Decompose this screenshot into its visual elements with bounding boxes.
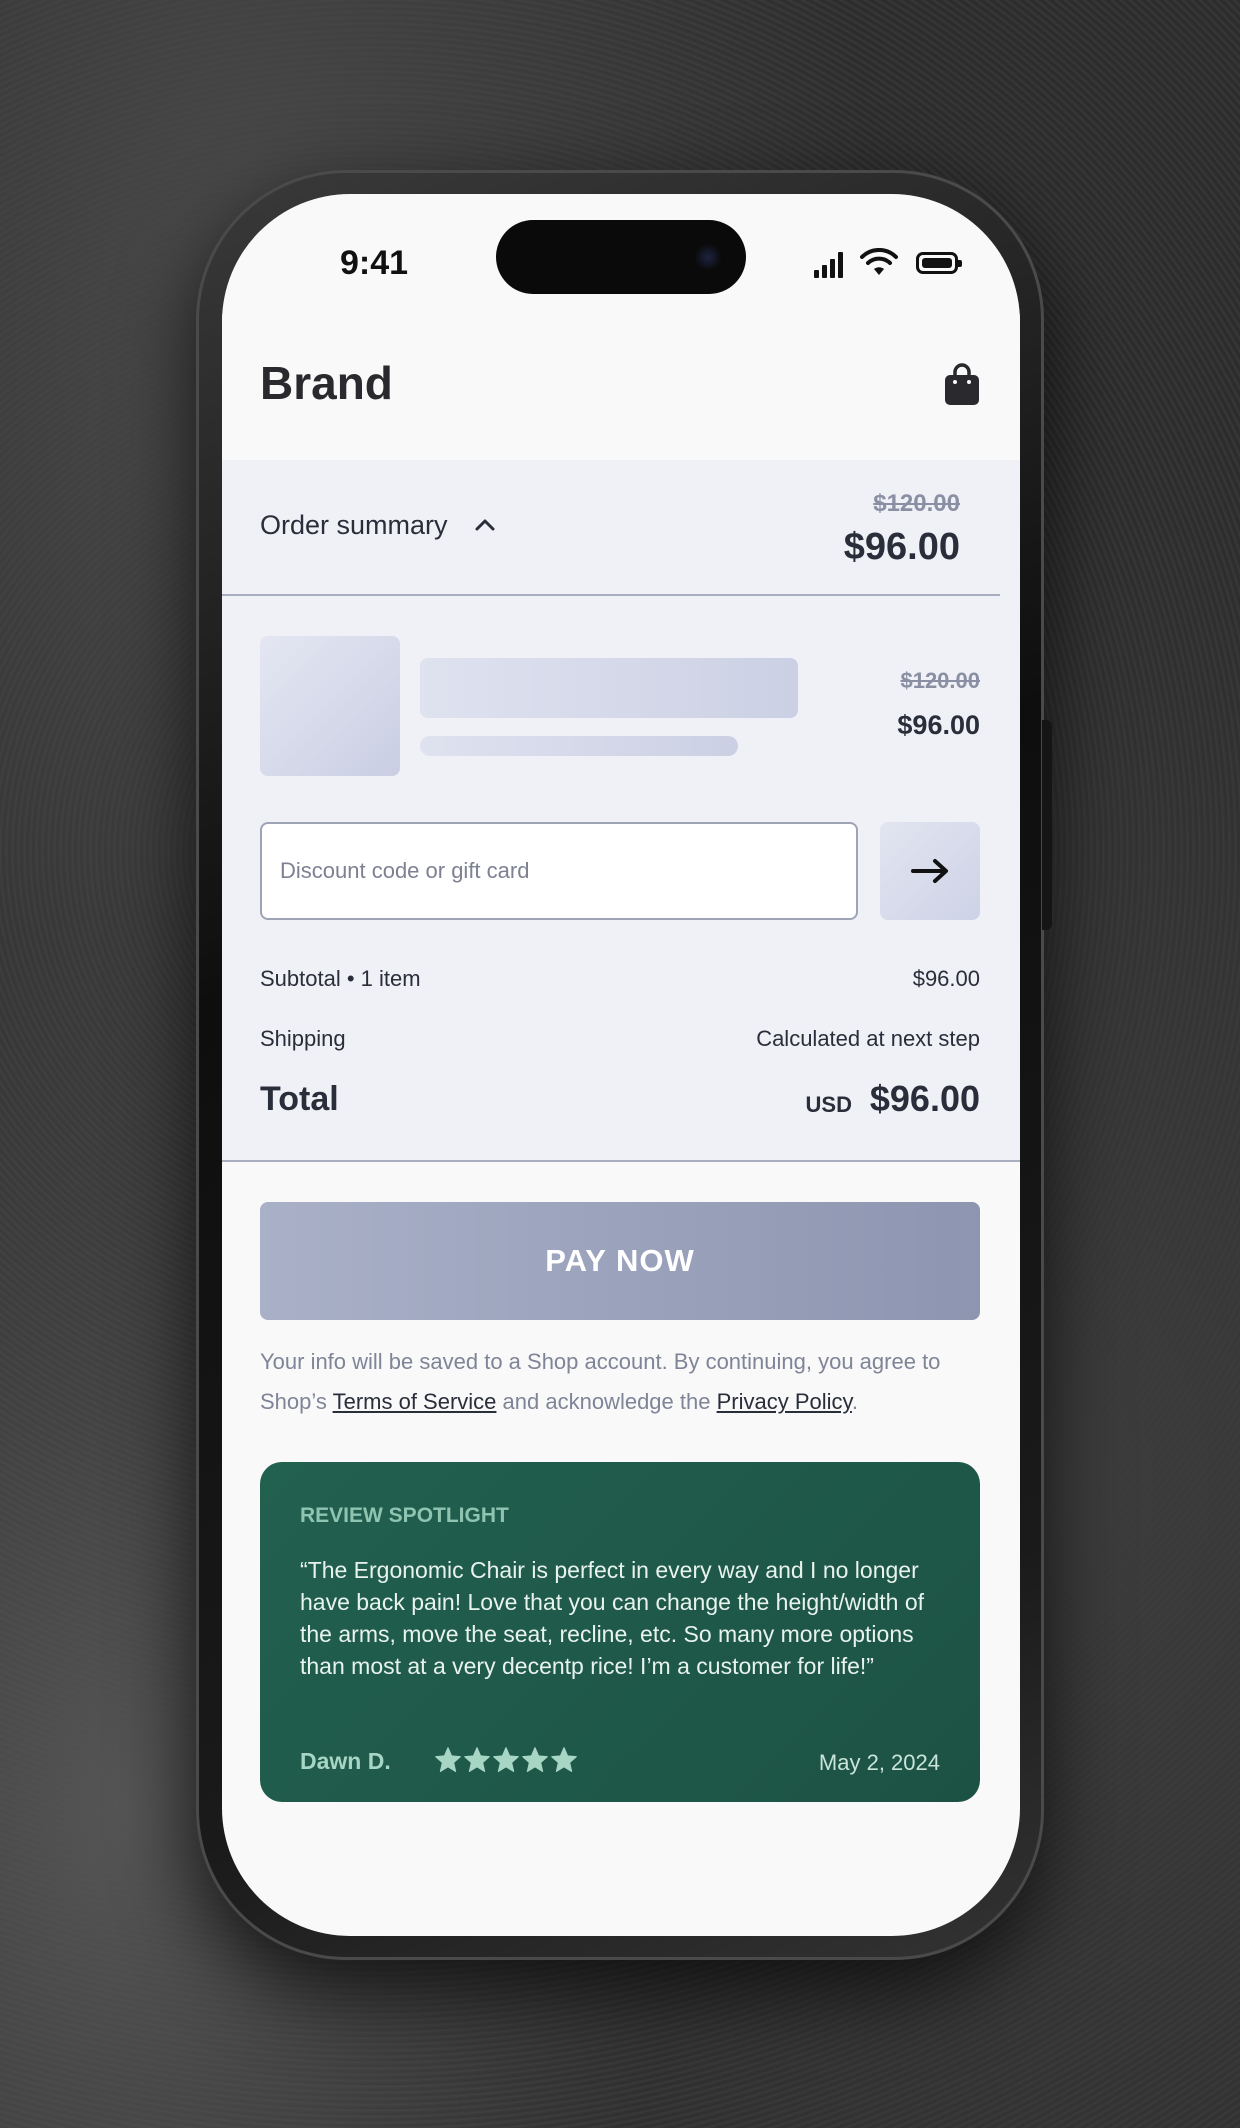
summary-original-price: $120.00 <box>873 490 960 517</box>
star-icon <box>522 1747 548 1773</box>
review-text: “The Ergonomic Chair is perfect in every… <box>300 1557 924 1679</box>
product-variant-placeholder <box>420 736 738 756</box>
legal-text: . <box>851 1389 859 1414</box>
order-summary-toggle[interactable]: Order summary $120.00 $96.00 <box>222 460 1000 596</box>
order-summary-panel: Order summary $120.00 $96.00 $120.00 $96… <box>222 460 1020 1160</box>
total-label: Total <box>260 1080 339 1118</box>
legal-notice: Your info will be saved to a Shop accoun… <box>260 1342 990 1422</box>
divider <box>222 1160 1020 1162</box>
arrow-right-icon <box>911 859 948 883</box>
review-heading: REVIEW SPOTLIGHT <box>300 1504 509 1527</box>
item-price: $96.00 <box>897 710 980 740</box>
header: Brand <box>222 314 1020 460</box>
star-icon <box>551 1747 577 1773</box>
total-currency: USD <box>805 1092 852 1117</box>
summary-price: $96.00 <box>843 526 960 568</box>
wifi-icon <box>860 248 898 275</box>
dynamic-island <box>496 220 746 294</box>
shopping-bag-icon[interactable] <box>944 362 980 406</box>
status-bar: 9:41 <box>222 194 1020 314</box>
star-icon <box>435 1747 461 1773</box>
review-spotlight-card: REVIEW SPOTLIGHT “The Ergonomic Chair is… <box>260 1462 980 1802</box>
battery-icon <box>916 252 962 274</box>
phone-side-button <box>1042 720 1052 930</box>
terms-of-service-link[interactable]: Terms of Service <box>333 1389 497 1414</box>
status-time: 9:41 <box>340 244 409 282</box>
chevron-up-icon <box>475 519 495 531</box>
total-value: $96.00 <box>869 1078 980 1119</box>
star-icon <box>493 1747 519 1773</box>
product-title-placeholder <box>420 658 798 718</box>
star-rating <box>434 1746 579 1776</box>
review-date: May 2, 2024 <box>818 1750 940 1775</box>
shipping-value: Calculated at next step <box>756 1026 980 1051</box>
reviewer-name: Dawn D. <box>300 1748 391 1774</box>
camera-icon <box>694 243 722 271</box>
legal-text: and acknowledge the <box>496 1389 717 1414</box>
item-original-price: $120.00 <box>900 668 980 693</box>
phone-screen: 9:41 Brand Order summary $120.00 $96.00 … <box>222 194 1020 1936</box>
apply-discount-button[interactable] <box>880 822 980 920</box>
product-image-placeholder <box>260 636 400 776</box>
order-summary-label: Order summary <box>260 510 448 540</box>
brand-logo[interactable]: Brand <box>260 356 393 410</box>
star-icon <box>464 1747 490 1773</box>
shipping-label: Shipping <box>260 1026 346 1051</box>
discount-code-input[interactable] <box>260 822 858 920</box>
cellular-signal-icon <box>814 252 848 278</box>
subtotal-value: $96.00 <box>912 966 980 991</box>
privacy-policy-link[interactable]: Privacy Policy <box>717 1389 852 1414</box>
subtotal-label: Subtotal • 1 item <box>260 966 421 991</box>
pay-now-button[interactable]: PAY NOW <box>260 1202 980 1320</box>
